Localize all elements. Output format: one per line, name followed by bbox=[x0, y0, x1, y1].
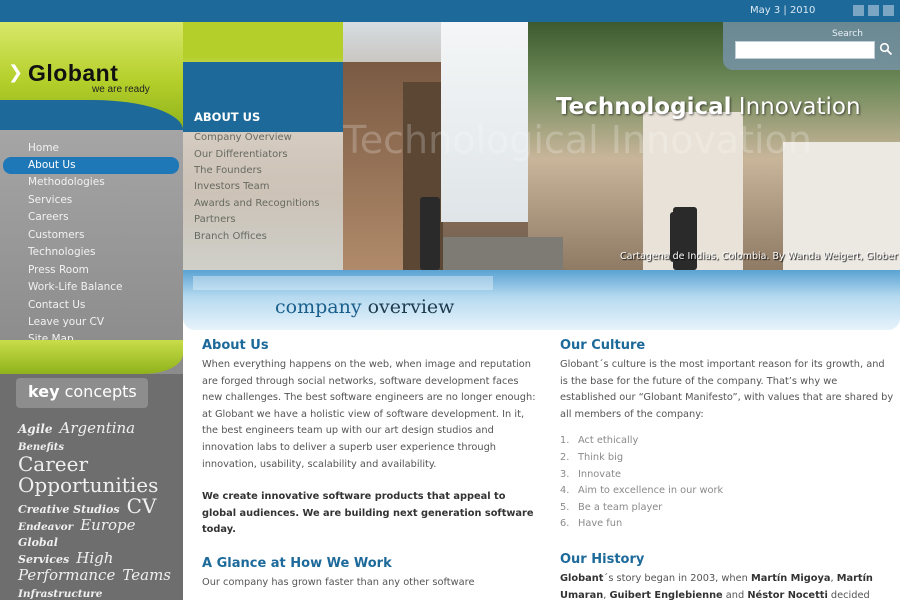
logo-tagline: we are ready bbox=[92, 84, 150, 95]
submenu-branch-offices[interactable]: Branch Offices bbox=[194, 231, 267, 242]
list-item: 4. Aim to excellence in our work bbox=[560, 485, 724, 497]
about-submenu-title: ABOUT US bbox=[194, 110, 261, 124]
submenu-founders[interactable]: The Founders bbox=[194, 165, 262, 176]
nav-item-customers[interactable]: Customers bbox=[0, 227, 183, 244]
history-heading: Our History bbox=[560, 551, 645, 567]
nav-item-home[interactable]: Home bbox=[0, 140, 183, 157]
window-square-icon[interactable] bbox=[868, 5, 879, 16]
list-item: 1. Act ethically bbox=[560, 435, 639, 447]
ribbon-highlight bbox=[193, 276, 493, 290]
top-bar: May 3 | 2010 bbox=[0, 0, 900, 22]
hero-photo-caption: Cartagena de Indias, Colombia. By Wanda … bbox=[620, 251, 898, 262]
key-concepts-box: key concepts Agile Argentina Benefits Ca… bbox=[0, 374, 183, 600]
search-label: Search bbox=[832, 29, 863, 39]
globant-mark-icon: ❯ bbox=[8, 62, 24, 83]
tag-link[interactable]: Opportunities bbox=[18, 473, 158, 497]
submenu-differentiators[interactable]: Our Differentiators bbox=[194, 149, 288, 160]
culture-body: Globant´s culture is the most important … bbox=[560, 359, 894, 420]
logo-name: Globant bbox=[28, 60, 119, 86]
glance-body: Our company has grown faster than any ot… bbox=[202, 576, 475, 588]
glance-heading: A Glance at How We Work bbox=[202, 555, 392, 571]
about-us-heading: About Us bbox=[202, 338, 269, 353]
search-input[interactable] bbox=[735, 41, 875, 59]
window-square-icon[interactable] bbox=[853, 5, 864, 16]
nav-item-technologies[interactable]: Technologies bbox=[0, 244, 183, 261]
content-right-column: Our Culture Globant´s culture is the mos… bbox=[560, 338, 895, 600]
tag-link[interactable]: Endeavor bbox=[18, 521, 73, 533]
tag-link[interactable]: CV bbox=[127, 494, 157, 518]
tag-link[interactable]: Global bbox=[18, 536, 58, 549]
logo-swoosh bbox=[0, 100, 183, 130]
nav-item-leave-cv[interactable]: Leave your CV bbox=[0, 314, 183, 331]
hero-ghost-text: Technological Innovation bbox=[343, 118, 812, 162]
list-item: 2. Think big bbox=[560, 451, 624, 463]
nav-green-band bbox=[0, 340, 183, 374]
content-left-column: About Us When everything happens on the … bbox=[202, 338, 537, 592]
search-icon[interactable] bbox=[879, 42, 893, 56]
main-nav: Home About Us Methodologies Services Car… bbox=[0, 130, 183, 345]
hero-title: Technological Innovation bbox=[556, 94, 861, 120]
history-body: Globant´s story began in 2003, when Mart… bbox=[560, 572, 873, 600]
tag-link[interactable]: Europe bbox=[80, 516, 135, 534]
submenu-company-overview[interactable]: Company Overview bbox=[194, 132, 292, 143]
culture-heading: Our Culture bbox=[560, 338, 646, 353]
submenu-partners[interactable]: Partners bbox=[194, 214, 236, 225]
tag-link[interactable]: Career bbox=[18, 452, 88, 476]
tag-link[interactable]: Infrastructure Management bbox=[18, 588, 102, 600]
list-item: 3. Innovate bbox=[560, 468, 621, 480]
tag-link[interactable]: Services bbox=[18, 553, 69, 566]
submenu-awards[interactable]: Awards and Recognitions bbox=[194, 198, 320, 209]
list-item: 6. Have fun bbox=[560, 518, 623, 530]
tag-link[interactable]: Teams bbox=[122, 566, 171, 584]
submenu-investors-team[interactable]: Investors Team bbox=[194, 181, 270, 192]
left-column: ❯ Globant we are ready Home About Us Met… bbox=[0, 22, 183, 600]
logo-area[interactable]: ❯ Globant we are ready bbox=[0, 22, 183, 130]
tag-link[interactable]: Agile bbox=[18, 422, 52, 436]
nav-item-about-us[interactable]: About Us bbox=[3, 157, 179, 174]
values-list: 1. Act ethically 2. Think big 3. Innovate 4… bbox=[560, 433, 895, 533]
hero-photo-street bbox=[443, 237, 563, 270]
nav-item-services[interactable]: Services bbox=[0, 192, 183, 209]
key-concepts-title: key concepts bbox=[28, 382, 137, 401]
tag-link[interactable]: Creative Studios bbox=[18, 503, 120, 516]
window-square-icon[interactable] bbox=[883, 5, 894, 16]
current-date: May 3 | 2010 bbox=[750, 5, 816, 16]
nav-item-methodologies[interactable]: Methodologies bbox=[0, 174, 183, 191]
tag-cloud: Agile Argentina Benefits Career Opportun… bbox=[18, 420, 178, 600]
hero-photo-person bbox=[420, 197, 440, 270]
nav-item-work-life-balance[interactable]: Work-Life Balance bbox=[0, 279, 183, 296]
nav-item-contact-us[interactable]: Contact Us bbox=[0, 297, 183, 314]
list-item: 5. Be a team player bbox=[560, 501, 663, 513]
nav-item-press-room[interactable]: Press Room bbox=[0, 262, 183, 279]
nav-item-careers[interactable]: Careers bbox=[0, 209, 183, 226]
tag-link[interactable]: Performance bbox=[18, 566, 115, 584]
tag-link[interactable]: Argentina bbox=[60, 419, 136, 437]
tag-link[interactable]: High bbox=[76, 549, 113, 567]
section-title: company overview bbox=[275, 296, 455, 318]
about-us-body: When everything happens on the web, when… bbox=[202, 359, 536, 470]
about-us-statement: We create innovative software products t… bbox=[202, 491, 534, 536]
